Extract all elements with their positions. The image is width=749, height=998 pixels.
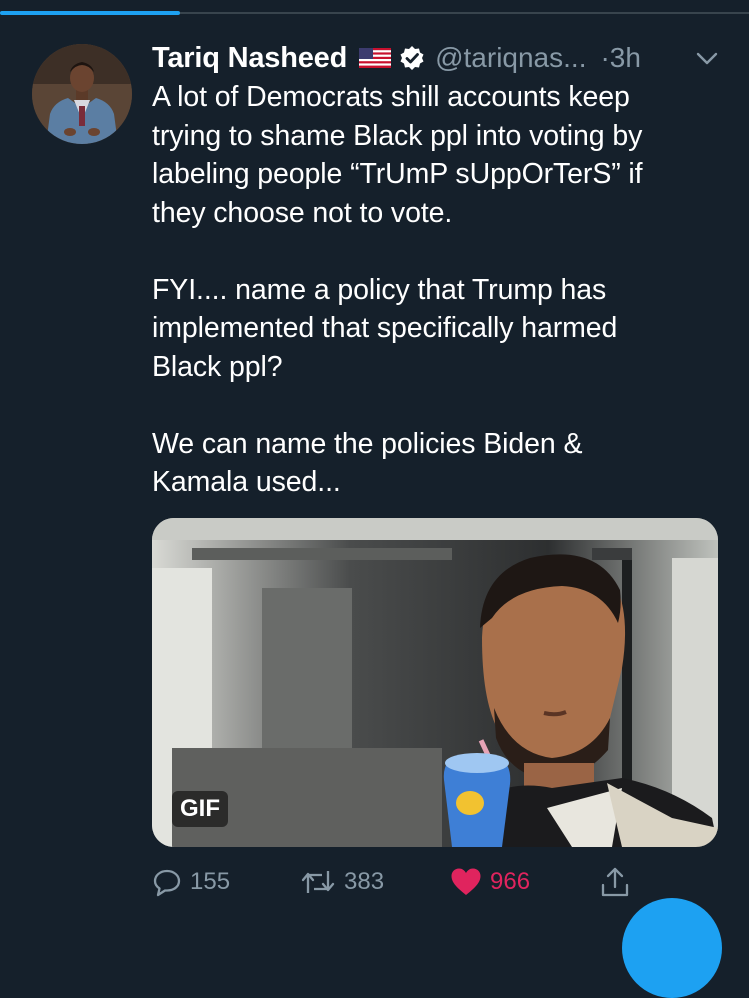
avatar-image bbox=[32, 44, 132, 144]
tweet-media-gif[interactable]: GIF bbox=[152, 518, 718, 847]
display-name[interactable]: Tariq Nasheed bbox=[152, 42, 347, 75]
chevron-down-icon[interactable] bbox=[694, 48, 720, 68]
compose-tweet-button[interactable] bbox=[622, 898, 722, 998]
like-button[interactable]: 966 bbox=[450, 862, 530, 902]
timestamp[interactable]: 3h bbox=[610, 42, 641, 74]
top-progress-track bbox=[0, 11, 749, 15]
retweet-button[interactable]: 383 bbox=[300, 862, 384, 902]
reply-count: 155 bbox=[190, 868, 231, 895]
share-icon bbox=[601, 867, 629, 897]
reply-button[interactable]: 155 bbox=[152, 862, 230, 902]
retweet-count: 383 bbox=[344, 868, 385, 895]
separator-dot: · bbox=[600, 42, 610, 73]
share-button[interactable] bbox=[600, 862, 630, 902]
us-flag-icon bbox=[359, 48, 392, 68]
retweet-icon bbox=[301, 871, 335, 893]
like-count: 966 bbox=[490, 868, 531, 895]
gif-badge: GIF bbox=[172, 791, 228, 827]
tweet-text: A lot of Democrats shill accounts keep t… bbox=[152, 81, 643, 498]
avatar[interactable] bbox=[32, 44, 132, 144]
reply-icon bbox=[153, 869, 181, 897]
tweet-actions: 155 383 966 bbox=[152, 862, 652, 902]
verified-badge-icon bbox=[399, 45, 425, 71]
gif-frame bbox=[152, 518, 718, 847]
user-handle[interactable]: @tariqnas... bbox=[435, 42, 586, 74]
heart-icon bbox=[451, 868, 481, 895]
top-progress-bar bbox=[0, 11, 180, 15]
tweet-header: Tariq Nasheed @tariqnas... · 3h bbox=[152, 38, 641, 78]
